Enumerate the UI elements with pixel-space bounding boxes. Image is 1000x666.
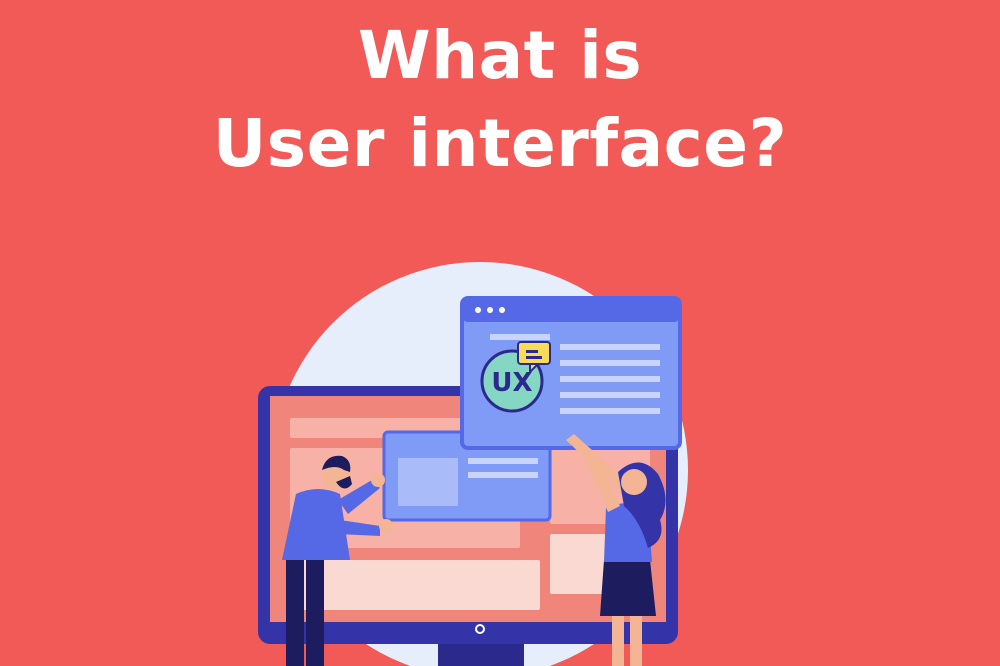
ux-badge-text: UX (491, 368, 532, 398)
window-dot-icon (487, 307, 493, 313)
monitor-stand (438, 644, 524, 666)
window-dot-icon (475, 307, 481, 313)
window-dot-icon (499, 307, 505, 313)
screen-block-bottom-left (290, 560, 540, 610)
ui-illustration: UX (258, 262, 688, 666)
